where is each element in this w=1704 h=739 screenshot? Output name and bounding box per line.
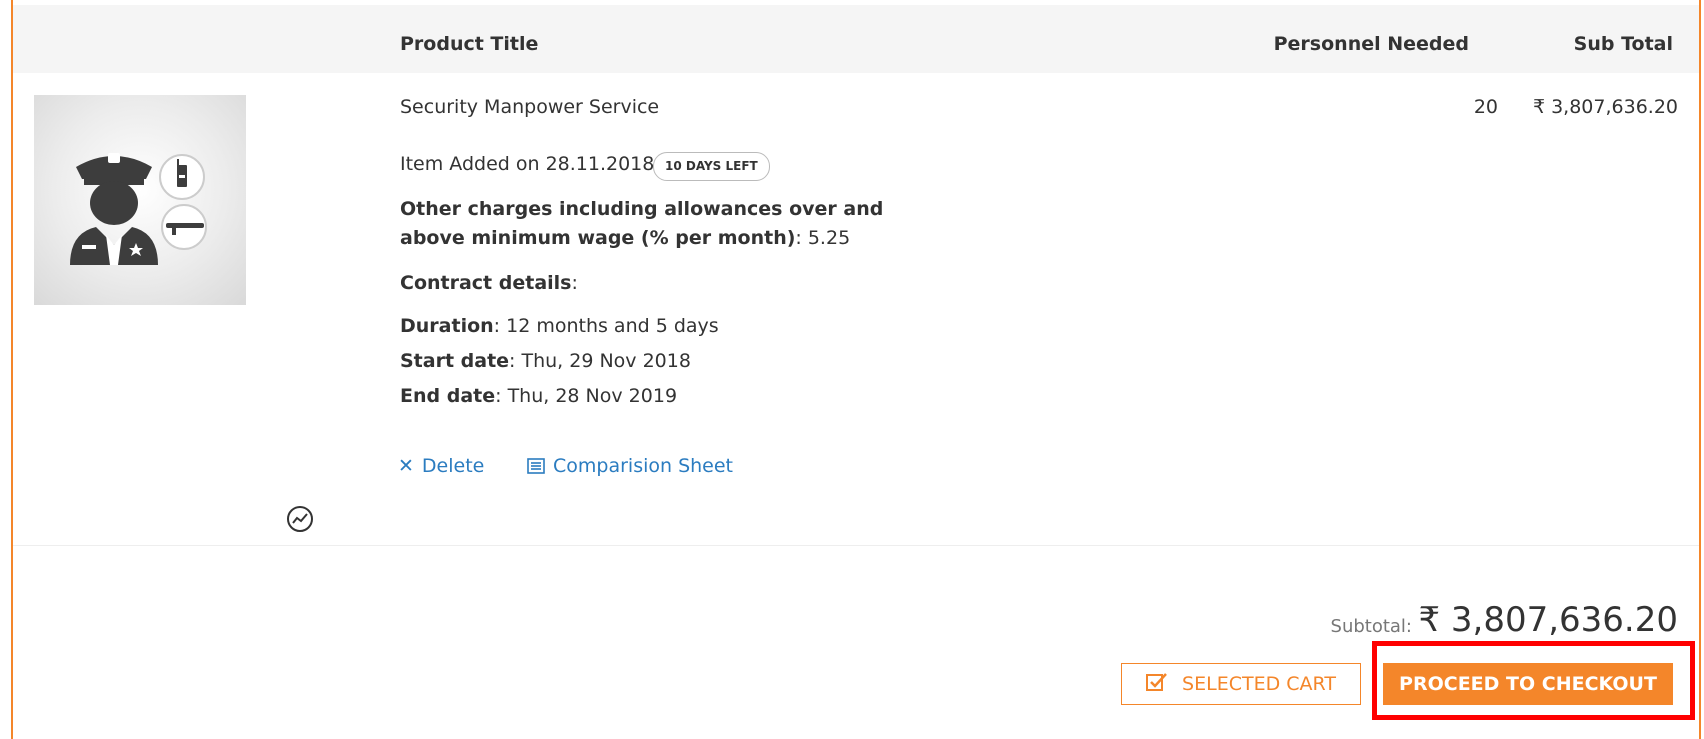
other-charges-value: : 5.25 <box>795 227 851 249</box>
security-guard-icon <box>70 153 207 265</box>
start-date-label: Start date <box>400 350 510 372</box>
checkbox-edit-icon <box>1146 672 1168 697</box>
header-product-title: Product Title <box>400 33 539 55</box>
contract-details-suffix: : <box>571 272 578 294</box>
cart-subtotal-value: ₹ 3,807,636.20 <box>1418 600 1678 640</box>
close-icon: ✕ <box>398 455 414 477</box>
line-subtotal: ₹ 3,807,636.20 <box>1532 96 1678 118</box>
personnel-needed-value: 20 <box>1473 96 1498 118</box>
item-added-date: Item Added on 28.11.2018 <box>400 153 655 175</box>
other-charges: Other charges including allowances over … <box>400 195 940 253</box>
header-personnel-needed: Personnel Needed <box>1273 33 1469 55</box>
selected-cart-button[interactable]: SELECTED CART <box>1121 663 1361 705</box>
end-date-value: : Thu, 28 Nov 2019 <box>495 385 678 407</box>
duration-label: Duration <box>400 315 494 337</box>
days-left-badge: 10 DAYS LEFT <box>653 152 770 181</box>
comparison-sheet-link[interactable]: Comparision Sheet <box>527 455 733 477</box>
contract-details-label: Contract details <box>400 272 572 294</box>
duration-value: : 12 months and 5 days <box>493 315 719 337</box>
comparison-sheet-label: Comparision Sheet <box>553 455 734 477</box>
price-trend-icon[interactable] <box>285 504 315 534</box>
header-sub-total: Sub Total <box>1573 33 1673 55</box>
product-image[interactable] <box>34 95 246 305</box>
contract-duration: Duration: 12 months and 5 days <box>400 315 719 337</box>
contract-end-date: End date: Thu, 28 Nov 2019 <box>400 385 677 407</box>
delete-label: Delete <box>421 455 485 477</box>
contract-start-date: Start date: Thu, 29 Nov 2018 <box>400 350 691 372</box>
delete-link[interactable]: ✕ Delete <box>398 455 484 477</box>
list-icon <box>527 455 545 477</box>
end-date-label: End date <box>400 385 496 407</box>
proceed-to-checkout-label: PROCEED TO CHECKOUT <box>1399 673 1657 695</box>
cart-subtotal-label: Subtotal: <box>1330 616 1412 637</box>
selected-cart-label: SELECTED CART <box>1182 673 1336 695</box>
contract-details-heading: Contract details: <box>400 272 578 294</box>
product-title[interactable]: Security Manpower Service <box>400 96 659 118</box>
proceed-to-checkout-button[interactable]: PROCEED TO CHECKOUT <box>1383 663 1673 705</box>
row-divider <box>13 545 1699 546</box>
start-date-value: : Thu, 29 Nov 2018 <box>509 350 691 372</box>
table-header: Product Title Personnel Needed Sub Total <box>13 5 1699 73</box>
